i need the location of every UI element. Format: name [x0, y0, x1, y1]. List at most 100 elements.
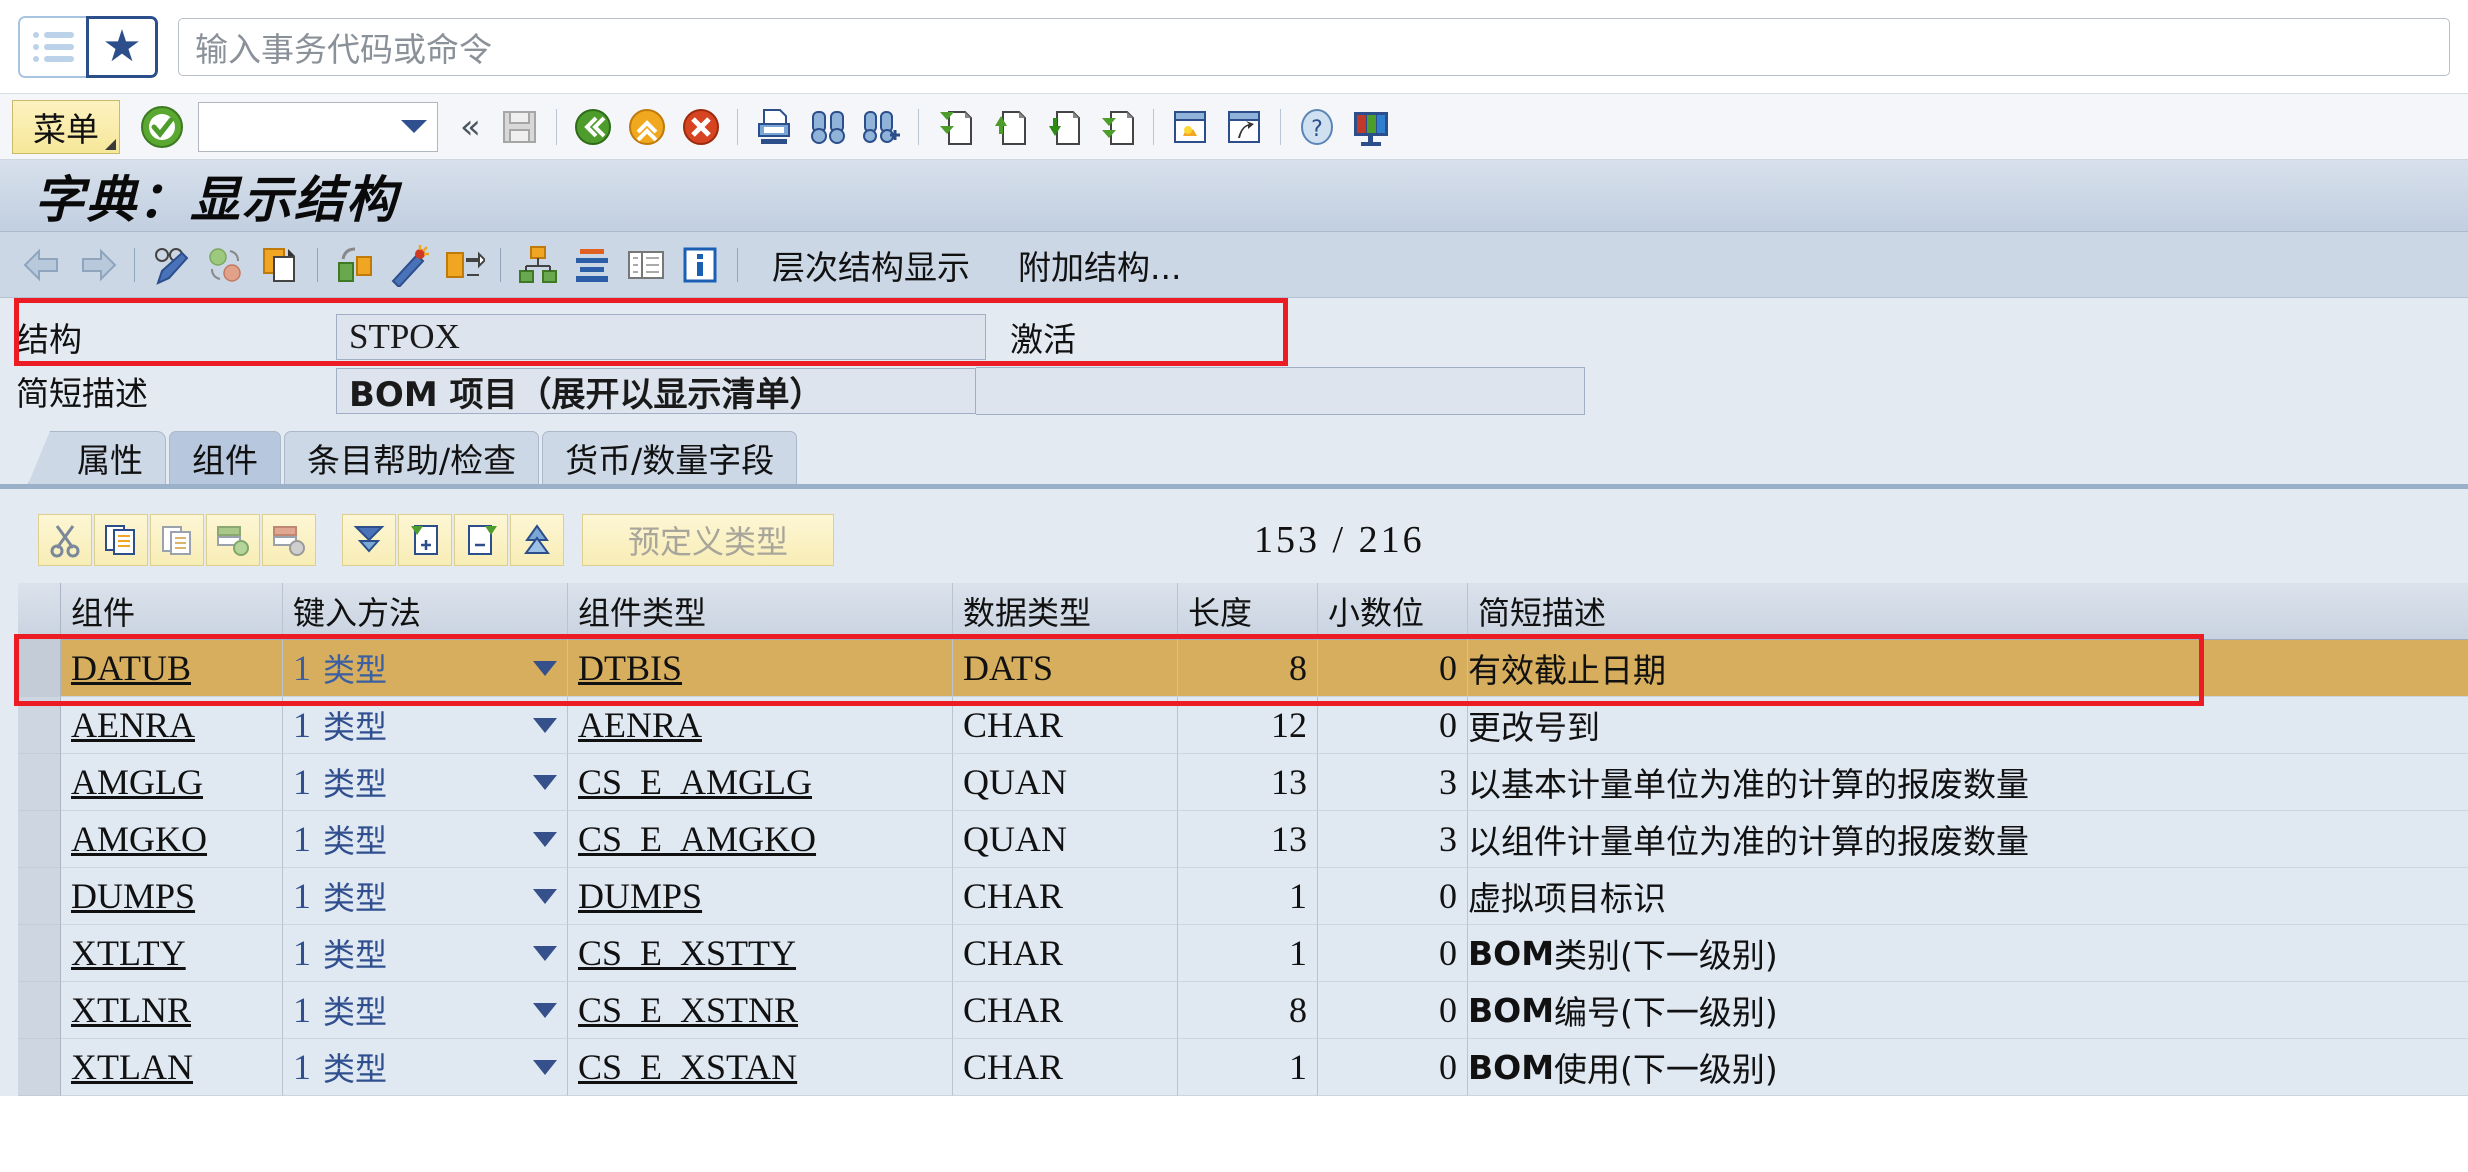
header-data-type[interactable]: 数据类型 [953, 583, 1178, 640]
cell-component[interactable]: AMGLG [61, 754, 283, 811]
header-typing-method[interactable]: 键入方法 [283, 583, 568, 640]
component-link[interactable]: XTLAN [71, 1046, 193, 1088]
table-view-icon[interactable] [624, 243, 668, 287]
row-select-handle[interactable] [18, 697, 61, 754]
tab-entry-help-check[interactable]: 条目帮助/检查 [284, 431, 540, 484]
cell-component[interactable]: XTLNR [61, 982, 283, 1039]
cell-component[interactable]: DATUB [61, 640, 283, 697]
component-link[interactable]: DUMPS [71, 875, 195, 917]
help-icon[interactable]: ? [1294, 104, 1340, 150]
cell-component-type[interactable]: CS_E_AMGKO [568, 811, 953, 868]
row-select-handle[interactable] [18, 754, 61, 811]
chevron-down-icon[interactable] [533, 660, 557, 676]
tab-attributes[interactable]: 属性 [28, 431, 166, 484]
component-link[interactable]: XTLTY [71, 932, 186, 974]
header-short-description[interactable]: 简短描述 [1468, 583, 2468, 640]
generate-icon[interactable] [387, 243, 431, 287]
table-row[interactable]: DUMPS 1 类型 DUMPS CHAR 1 0 虚拟项目标识 [0, 868, 2468, 925]
sort-up-icon[interactable] [510, 514, 564, 566]
component-link[interactable]: AENRA [71, 704, 195, 746]
cell-component[interactable]: XTLTY [61, 925, 283, 982]
cell-typing-method[interactable]: 1 类型 [283, 697, 568, 754]
chevron-down-icon[interactable] [533, 717, 557, 733]
cell-component-type[interactable]: CS_E_XSTAN [568, 1039, 953, 1096]
component-type-link[interactable]: DTBIS [578, 647, 682, 689]
cancel-icon[interactable] [678, 104, 724, 150]
cell-component[interactable]: DUMPS [61, 868, 283, 925]
header-decimals[interactable]: 小数位 [1318, 583, 1468, 640]
back-icon[interactable] [570, 104, 616, 150]
row-select-handle[interactable] [18, 982, 61, 1039]
chevron-down-icon[interactable] [533, 1059, 557, 1075]
component-link[interactable]: XTLNR [71, 989, 191, 1031]
component-link[interactable]: AMGKO [71, 818, 207, 860]
component-link[interactable]: DATUB [71, 647, 191, 689]
system-combo-box[interactable] [198, 101, 438, 152]
component-type-link[interactable]: CS_E_AMGLG [578, 761, 812, 803]
row-select-handle[interactable] [18, 925, 61, 982]
hierarchy-display-button[interactable]: 层次结构显示 [772, 241, 970, 289]
double-chevron-left-icon[interactable]: « [460, 107, 481, 147]
component-link[interactable]: AMGLG [71, 761, 203, 803]
cell-component-type[interactable]: DTBIS [568, 640, 953, 697]
last-page-icon[interactable] [1094, 104, 1140, 150]
copy-icon[interactable] [94, 514, 148, 566]
structure-input[interactable]: STPOX [336, 314, 986, 360]
list-icon[interactable] [18, 15, 86, 78]
find-icon[interactable] [805, 104, 851, 150]
first-page-icon[interactable] [932, 104, 978, 150]
cell-typing-method[interactable]: 1 类型 [283, 1039, 568, 1096]
tab-components[interactable]: 组件 [169, 431, 281, 484]
cell-component[interactable]: AENRA [61, 697, 283, 754]
where-used-list-icon[interactable] [333, 243, 377, 287]
cell-typing-method[interactable]: 1 类型 [283, 982, 568, 1039]
chevron-down-icon[interactable] [533, 1002, 557, 1018]
component-type-link[interactable]: CS_E_XSTAN [578, 1046, 797, 1088]
component-type-link[interactable]: CS_E_XSTNR [578, 989, 798, 1031]
chevron-down-icon[interactable] [533, 831, 557, 847]
expand-icon[interactable] [441, 243, 485, 287]
select-all-handle[interactable] [18, 583, 61, 640]
component-type-link[interactable]: CS_E_XSTTY [578, 932, 796, 974]
search-input[interactable]: 输入事务代码或命令 [178, 17, 2450, 76]
table-row[interactable]: AMGKO 1 类型 CS_E_AMGKO QUAN 13 3 以组件计量单位为准的计算的报废… [0, 811, 2468, 868]
append-structure-button[interactable]: 附加结构... [1018, 241, 1181, 289]
row-select-handle[interactable] [18, 811, 61, 868]
display-change-icon[interactable] [150, 243, 194, 287]
green-check-icon[interactable] [140, 105, 184, 149]
row-select-handle[interactable] [18, 868, 61, 925]
chevron-down-icon[interactable] [533, 945, 557, 961]
cut-icon[interactable] [38, 514, 92, 566]
table-row[interactable]: DATUB 1 类型 DTBIS DATS 8 0 有效截止日期 [0, 640, 2468, 697]
delete-row-icon[interactable] [262, 514, 316, 566]
cell-component-type[interactable]: AENRA [568, 697, 953, 754]
paste-icon[interactable] [150, 514, 204, 566]
header-component[interactable]: 组件 [61, 583, 283, 640]
cell-component[interactable]: XTLAN [61, 1039, 283, 1096]
cell-typing-method[interactable]: 1 类型 [283, 925, 568, 982]
exit-icon[interactable] [624, 104, 670, 150]
chevron-down-icon[interactable] [533, 774, 557, 790]
table-row[interactable]: XTLTY 1 类型 CS_E_XSTTY CHAR 1 0 BOM 类别(下一级别) [0, 925, 2468, 982]
insert-row-icon[interactable] [206, 514, 260, 566]
next-page-icon[interactable] [1040, 104, 1086, 150]
filter-icon[interactable] [342, 514, 396, 566]
row-select-handle[interactable] [18, 1039, 61, 1096]
copy-icon[interactable] [258, 243, 302, 287]
activate-icon[interactable] [204, 243, 248, 287]
create-shortcut-icon[interactable] [1221, 104, 1267, 150]
tab-currency-quantity-fields[interactable]: 货币/数量字段 [542, 431, 798, 484]
cell-typing-method[interactable]: 1 类型 [283, 811, 568, 868]
delete-entry-icon[interactable] [454, 514, 508, 566]
cell-component-type[interactable]: DUMPS [568, 868, 953, 925]
description-input[interactable]: BOM 项目（展开以显示清单） [336, 368, 976, 415]
table-row[interactable]: XTLNR 1 类型 CS_E_XSTNR CHAR 8 0 BOM 编号(下一级别) [0, 982, 2468, 1039]
row-select-handle[interactable] [18, 640, 61, 697]
info-icon[interactable] [678, 243, 722, 287]
component-type-link[interactable]: DUMPS [578, 875, 702, 917]
cell-typing-method[interactable]: 1 类型 [283, 754, 568, 811]
component-type-link[interactable]: AENRA [578, 704, 702, 746]
cell-component-type[interactable]: CS_E_XSTNR [568, 982, 953, 1039]
cell-component[interactable]: AMGKO [61, 811, 283, 868]
previous-page-icon[interactable] [986, 104, 1032, 150]
